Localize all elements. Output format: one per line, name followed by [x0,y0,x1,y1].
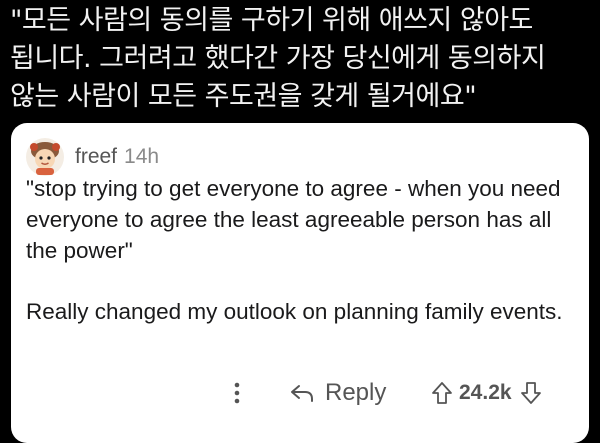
reply-button[interactable]: Reply [289,377,386,409]
caption-line: 됩니다. 그러려고 했다간 가장 당신에게 동의하지 [10,43,546,74]
comment-quote: "stop trying to get everyone to agree - … [26,176,561,263]
more-options-button[interactable] [225,377,249,409]
caption-line: 않는 사람이 모든 주도권을 갖게 될거에요" [10,81,477,112]
more-options-icon [234,382,240,404]
korean-caption: "모든 사람의 동의를 구하기 위해 애쓰지 않아도 됩니다. 그러려고 했다간… [10,2,595,116]
comment-timestamp: 14h [124,145,160,168]
avatar-icon[interactable] [25,137,65,177]
downvote-arrow-icon [520,382,541,404]
reply-arrow-icon [291,385,313,402]
comment-text: Really changed my outlook on planning fa… [26,299,563,324]
reply-label: Reply [325,379,387,406]
comment-action-bar: Reply 24.2k [11,373,589,413]
comment-card: freef 14h "stop trying to get everyone t… [11,123,589,443]
downvote-button[interactable] [520,381,542,405]
comment-body: "stop trying to get everyone to agree - … [26,173,581,327]
upvote-arrow-icon [432,382,452,404]
upvote-button[interactable] [431,381,453,405]
comment-username[interactable]: freef [75,145,117,169]
caption-line: "모든 사람의 동의를 구하기 위해 애쓰지 않아도 [10,5,533,36]
vote-score: 24.2k [459,381,512,404]
vote-group: 24.2k [431,377,542,409]
comment-header: freef 14h [25,137,159,177]
